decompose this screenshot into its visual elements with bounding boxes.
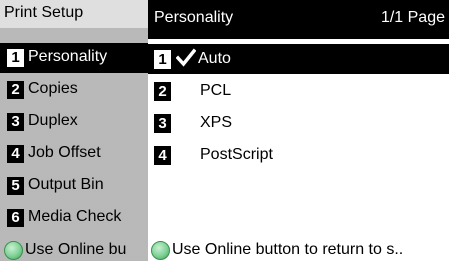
- menu-item-number: 3: [7, 113, 24, 131]
- menu-item-personality[interactable]: 1 Personality: [0, 43, 148, 73]
- left-footer-hint: Use Online bu: [0, 238, 148, 261]
- page-title: Personality: [154, 9, 234, 26]
- menu-item-label: Personality: [28, 48, 108, 65]
- left-menu-panel: Print Setup 1 Personality 2 Copies 3 Dup…: [0, 0, 148, 261]
- left-menu-title-bar: Print Setup: [0, 0, 148, 28]
- option-xps[interactable]: 3 XPS: [148, 108, 449, 138]
- option-label: Auto: [198, 50, 231, 67]
- option-number: 3: [154, 114, 171, 133]
- menu-item-label: Duplex: [28, 112, 78, 129]
- online-button-icon: [151, 241, 170, 260]
- right-footer-hint: Use Online button to return to s..: [148, 238, 449, 261]
- option-pcl[interactable]: 2 PCL: [148, 76, 449, 106]
- menu-item-number: 4: [7, 145, 24, 163]
- page-indicator: 1/1 Page: [380, 9, 445, 26]
- menu-item-job-offset[interactable]: 4 Job Offset: [0, 139, 148, 169]
- menu-item-output-bin[interactable]: 5 Output Bin: [0, 171, 148, 201]
- option-number: 1: [154, 50, 171, 69]
- option-postscript[interactable]: 4 PostScript: [148, 140, 449, 170]
- check-mark-icon: [176, 48, 196, 67]
- option-number: 4: [154, 146, 171, 165]
- option-label: PCL: [200, 82, 232, 99]
- right-content-panel: Personality 1/1 Page 1 Auto 2 PCL 3 XPS …: [148, 0, 449, 261]
- left-footer-text: Use Online bu: [25, 241, 127, 258]
- option-auto[interactable]: 1 Auto: [148, 44, 449, 74]
- menu-item-label: Output Bin: [28, 176, 104, 193]
- menu-item-duplex[interactable]: 3 Duplex: [0, 107, 148, 137]
- menu-item-label: Copies: [28, 80, 78, 97]
- menu-item-number: 6: [7, 209, 24, 227]
- menu-item-number: 5: [7, 177, 24, 195]
- left-menu-title: Print Setup: [4, 4, 84, 21]
- menu-item-media-check[interactable]: 6 Media Check: [0, 203, 148, 233]
- option-number: 2: [154, 82, 171, 101]
- header-bar: Personality 1/1 Page: [148, 0, 449, 39]
- menu-item-copies[interactable]: 2 Copies: [0, 75, 148, 105]
- online-button-icon: [4, 241, 23, 260]
- menu-item-number: 2: [7, 81, 24, 99]
- menu-item-number: 1: [7, 49, 24, 67]
- right-footer-text: Use Online button to return to s..: [172, 241, 404, 258]
- option-label: PostScript: [200, 146, 273, 163]
- menu-item-label: Media Check: [28, 208, 122, 225]
- option-label: XPS: [200, 114, 233, 131]
- menu-item-label: Job Offset: [28, 144, 101, 161]
